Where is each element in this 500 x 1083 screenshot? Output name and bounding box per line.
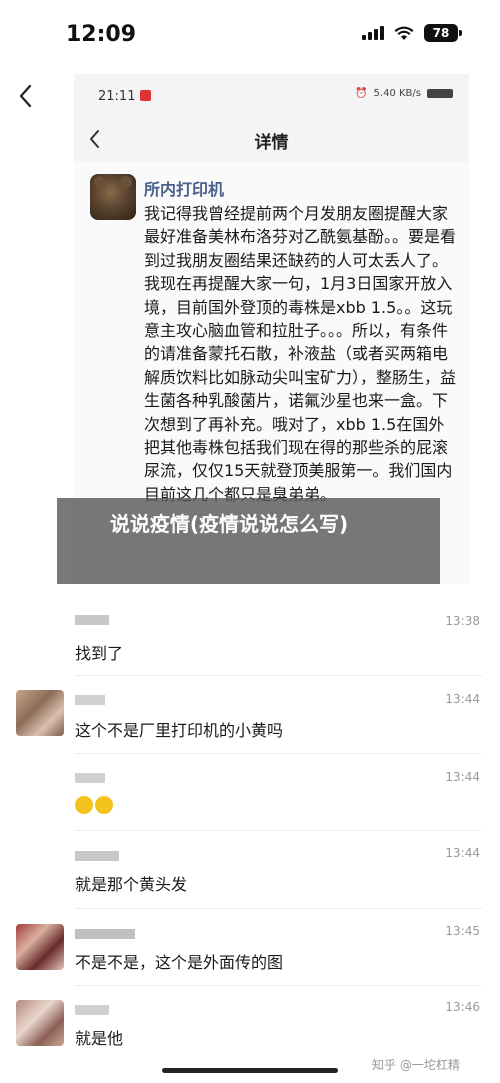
chevron-left-icon xyxy=(19,84,32,108)
battery-icon: 78 xyxy=(424,24,462,42)
embedded-page-title: 详情 xyxy=(254,133,289,153)
post-author: 所内打印机 xyxy=(144,180,225,199)
comment-item[interactable]: 13:44 这个不是厂里打印机的小黄吗 xyxy=(0,680,500,750)
status-bar: 12:09 78 xyxy=(0,0,500,70)
comment-item[interactable]: 13:46 就是他 xyxy=(0,990,500,1060)
comment-item[interactable]: 13:44 就是那个黄头发 xyxy=(0,836,500,906)
network-speed: 5.40 KB/s xyxy=(373,88,421,99)
watermark: 知乎 @一坨杠精 xyxy=(372,1058,460,1072)
comment-time: 13:44 xyxy=(445,770,480,784)
avatar xyxy=(16,1000,64,1046)
embedded-nav-bar: 详情 xyxy=(74,118,469,162)
comment-author-blurred xyxy=(75,772,105,786)
post-text: 我记得我曾经提前两个月发朋友圈提醒大家最好准备美林布洛芬对乙酰氨基酚。。要是看到… xyxy=(144,204,457,504)
comment-text: 不是不是，这个是外面传的图 xyxy=(75,953,284,972)
avatar xyxy=(16,924,64,970)
comment-item[interactable]: 13:38 找到了 xyxy=(0,604,500,674)
comment-author-blurred xyxy=(75,928,135,942)
divider xyxy=(75,753,482,754)
laughing-emoji-icon xyxy=(95,795,113,814)
comment-text: 就是那个黄头发 xyxy=(75,875,188,894)
embedded-status-right: ⏰ 5.40 KB/s xyxy=(355,88,453,99)
divider xyxy=(75,985,482,986)
comment-item[interactable]: 13:45 不是不是，这个是外面传的图 xyxy=(0,914,500,984)
overlay-title: 说说疫情(疫情说说怎么写) xyxy=(109,512,349,536)
comment-time: 13:38 xyxy=(445,614,480,628)
comment-text: 找到了 xyxy=(75,644,124,663)
wifi-icon xyxy=(394,26,414,41)
laughing-emoji-icon xyxy=(75,795,93,814)
comment-time: 13:44 xyxy=(445,846,480,860)
comment-item[interactable]: 13:44 xyxy=(0,760,500,830)
notification-icon xyxy=(140,90,151,101)
comment-time: 13:45 xyxy=(445,924,480,938)
avatar xyxy=(90,174,136,220)
comment-time: 13:46 xyxy=(445,1000,480,1014)
signal-icon xyxy=(362,26,384,40)
comment-author-blurred xyxy=(75,1004,109,1018)
alarm-icon: ⏰ xyxy=(355,88,368,99)
back-button[interactable] xyxy=(14,82,38,110)
embedded-battery-icon xyxy=(427,89,453,98)
status-icons: 78 xyxy=(362,24,462,42)
comment-time: 13:44 xyxy=(445,692,480,706)
comment-author-blurred xyxy=(75,614,109,628)
embedded-status-time: 21:11 xyxy=(98,89,136,104)
comment-text: 这个不是厂里打印机的小黄吗 xyxy=(75,721,284,740)
comment-author-blurred xyxy=(75,694,105,708)
divider xyxy=(75,908,482,909)
avatar xyxy=(16,690,64,736)
divider xyxy=(75,675,482,676)
comment-text: 就是他 xyxy=(75,1029,124,1048)
title-overlay: 说说疫情(疫情说说怎么写) xyxy=(57,498,440,584)
comment-author-blurred xyxy=(75,850,119,864)
home-indicator[interactable] xyxy=(162,1068,338,1073)
status-time: 12:09 xyxy=(66,22,137,47)
divider xyxy=(75,830,482,831)
embedded-status-bar: 21:11 ⏰ 5.40 KB/s xyxy=(74,74,469,118)
comment-emoji xyxy=(75,794,115,814)
